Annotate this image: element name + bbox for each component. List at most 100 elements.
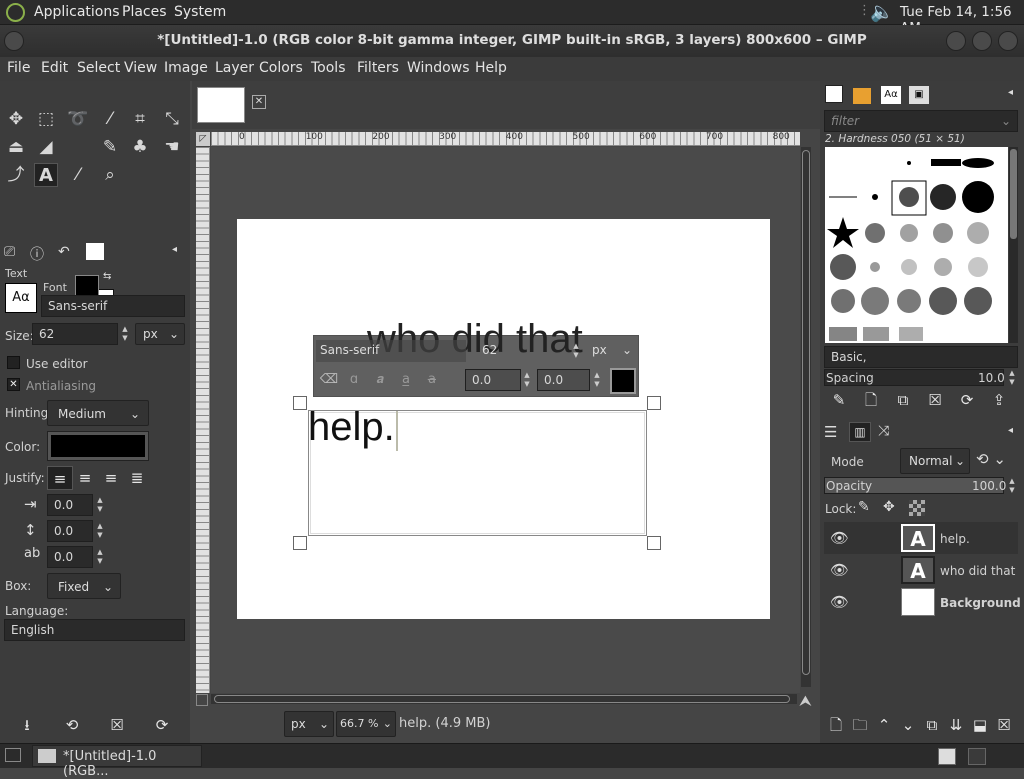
font-field[interactable]: Sans-serif [41, 295, 185, 317]
kerning-spin-icon[interactable]: ▲ ▼ [591, 371, 603, 389]
menu-file[interactable]: File [7, 60, 30, 76]
menu-image[interactable]: Image [164, 60, 208, 76]
use-editor-checkbox[interactable] [7, 356, 20, 369]
brushes-tab-icon[interactable] [825, 85, 843, 103]
layer-mode-switch-icon[interactable]: ⟲ ⌄ [976, 450, 1006, 468]
layers-tab-icon[interactable]: ☰ [824, 423, 837, 441]
close-tab-icon[interactable]: ✕ [252, 95, 266, 109]
merge-layer-icon[interactable]: ⇊ [943, 713, 969, 737]
maximize-button[interactable] [972, 31, 992, 51]
fonts-tab-icon[interactable]: Aα [881, 86, 901, 104]
brush-grid-scroll-thumb[interactable] [1010, 149, 1017, 239]
workspace-2[interactable] [968, 748, 986, 765]
minimize-button[interactable] [946, 31, 966, 51]
show-desktop-icon[interactable] [5, 748, 21, 762]
menu-select[interactable]: Select [77, 60, 120, 76]
visibility-eye-icon[interactable]: 👁 [830, 593, 849, 611]
bold-icon[interactable]: ɑ [341, 368, 367, 392]
raise-layer-icon[interactable]: ⌃ [871, 713, 897, 737]
baseline-field[interactable]: 0.0 [465, 369, 521, 391]
brush-preset-field[interactable]: Basic, [824, 346, 1018, 368]
volume-icon[interactable]: 🔈 [870, 0, 894, 23]
delete-layer-icon[interactable]: ☒ [991, 713, 1017, 737]
duplicate-brush-icon[interactable]: ⧉ [890, 388, 916, 412]
toolbar-font-field[interactable]: Sans-serif [316, 340, 466, 362]
line-spacing-spin-icon[interactable]: ▲ ▼ [94, 522, 106, 540]
close-button[interactable] [998, 31, 1018, 51]
new-layer-icon[interactable]: 🗋 [823, 713, 849, 737]
workspace-switcher[interactable] [938, 748, 956, 765]
new-brush-icon[interactable]: 🗋 [858, 388, 884, 412]
status-unit-combo[interactable]: px ⌄ [284, 711, 334, 737]
save-tool-preset-icon[interactable]: ⭳ [14, 713, 40, 737]
resize-handle-tl[interactable] [293, 396, 307, 410]
justify-right-icon[interactable]: ≡ [72, 466, 98, 490]
baseline-spin-icon[interactable]: ▲ ▼ [521, 371, 533, 389]
letter-spacing-field[interactable]: 0.0 [47, 546, 93, 568]
distro-logo-icon[interactable] [6, 3, 25, 22]
font-preview-icon[interactable]: Aα [5, 283, 37, 313]
panel-menu-icon[interactable]: ◂ [1008, 425, 1013, 436]
lock-pixels-icon[interactable]: ✎ [858, 499, 870, 515]
clone-tool-icon[interactable]: ♣ [128, 135, 152, 159]
open-brush-as-image-icon[interactable]: ⇪ [986, 388, 1012, 412]
crop-tool-icon[interactable]: ⌗ [128, 107, 152, 131]
justify-fill-icon[interactable]: ≣ [124, 466, 150, 490]
resize-handle-bl[interactable] [293, 536, 307, 550]
hinting-combo[interactable]: Medium ⌄ [47, 400, 149, 426]
horizontal-scroll-thumb[interactable] [214, 695, 790, 703]
swap-colors-icon[interactable]: ⇆ [103, 271, 111, 282]
undo-history-tab-icon[interactable]: ↶ [58, 244, 70, 260]
layer-row-background[interactable]: 👁 Background [824, 586, 1021, 618]
menu-windows[interactable]: Windows [407, 60, 470, 76]
bucket-fill-tool-icon[interactable]: ◢ [34, 135, 58, 159]
reset-tool-options-icon[interactable]: ⟳ [149, 713, 175, 737]
mask-layer-icon[interactable]: ⬓ [967, 713, 993, 737]
ruler-corner-icon[interactable]: ◸ [196, 132, 210, 146]
letter-spacing-spin-icon[interactable]: ▲ ▼ [94, 548, 106, 566]
horizontal-scrollbar[interactable] [211, 694, 797, 704]
images-tab-icon[interactable] [86, 243, 104, 260]
strikethrough-icon[interactable]: a̶ [419, 368, 445, 392]
resize-handle-br[interactable] [647, 536, 661, 550]
opacity-spin-icon[interactable]: ▲ ▼ [1006, 477, 1018, 495]
panel-menu-icon[interactable]: ◂ [172, 244, 177, 255]
lasso-tool-icon[interactable]: ➰ [66, 107, 90, 131]
paths-tab-icon[interactable]: ⤨ [878, 423, 889, 439]
lock-position-icon[interactable]: ✥ [883, 499, 895, 515]
system-menu[interactable]: System [174, 4, 226, 20]
places-menu[interactable]: Places [122, 4, 167, 20]
line-spacing-field[interactable]: 0.0 [47, 520, 93, 542]
warp-tool-icon[interactable]: ⏏ [4, 135, 28, 159]
menu-tools[interactable]: Tools [311, 60, 346, 76]
justify-center-icon[interactable]: ≡ [98, 466, 124, 490]
fuzzy-select-tool-icon[interactable]: ⁄ [98, 107, 122, 131]
italic-icon[interactable]: 𝒂 [367, 368, 393, 392]
language-field[interactable]: English [4, 619, 185, 641]
layer-row-who-did-that[interactable]: 👁 A who did that [824, 554, 1018, 586]
size-spin-icon[interactable]: ▲ ▼ [119, 325, 131, 343]
duplicate-layer-icon[interactable]: ⧉ [919, 713, 945, 737]
toolbar-unit-combo[interactable]: px ⌄ [586, 340, 636, 362]
antialiasing-checkbox[interactable]: ✕ [7, 378, 20, 391]
mode-combo[interactable]: Normal ⌄ [900, 448, 970, 474]
tool-options-tab-icon[interactable]: ⎚ [4, 244, 15, 260]
menu-colors[interactable]: Colors [259, 60, 303, 76]
color-picker-tool-icon[interactable]: ⁄ [66, 163, 90, 187]
zoom-tool-icon[interactable]: ⌕ [98, 163, 122, 187]
navigate-icon[interactable]: ⮝ [799, 692, 812, 710]
image-tab-thumbnail[interactable] [197, 87, 245, 123]
zoom-combo[interactable]: 66.7 % ⌄ [336, 711, 396, 737]
text-color-button[interactable] [610, 368, 636, 394]
indent-spin-icon[interactable]: ▲ ▼ [94, 496, 106, 514]
resize-handle-tr[interactable] [647, 396, 661, 410]
quick-mask-icon[interactable] [196, 694, 208, 706]
refresh-brushes-icon[interactable]: ⟳ [954, 388, 980, 412]
visibility-eye-icon[interactable]: 👁 [830, 561, 849, 579]
vertical-scrollbar[interactable] [801, 147, 811, 687]
text-color-button[interactable] [47, 431, 149, 461]
toolbar-size-field[interactable]: 62 [468, 340, 568, 362]
panel-menu-icon[interactable]: ◂ [1008, 87, 1013, 98]
brush-grid[interactable] [825, 147, 1008, 343]
size-unit-combo[interactable]: px ⌄ [135, 323, 185, 345]
